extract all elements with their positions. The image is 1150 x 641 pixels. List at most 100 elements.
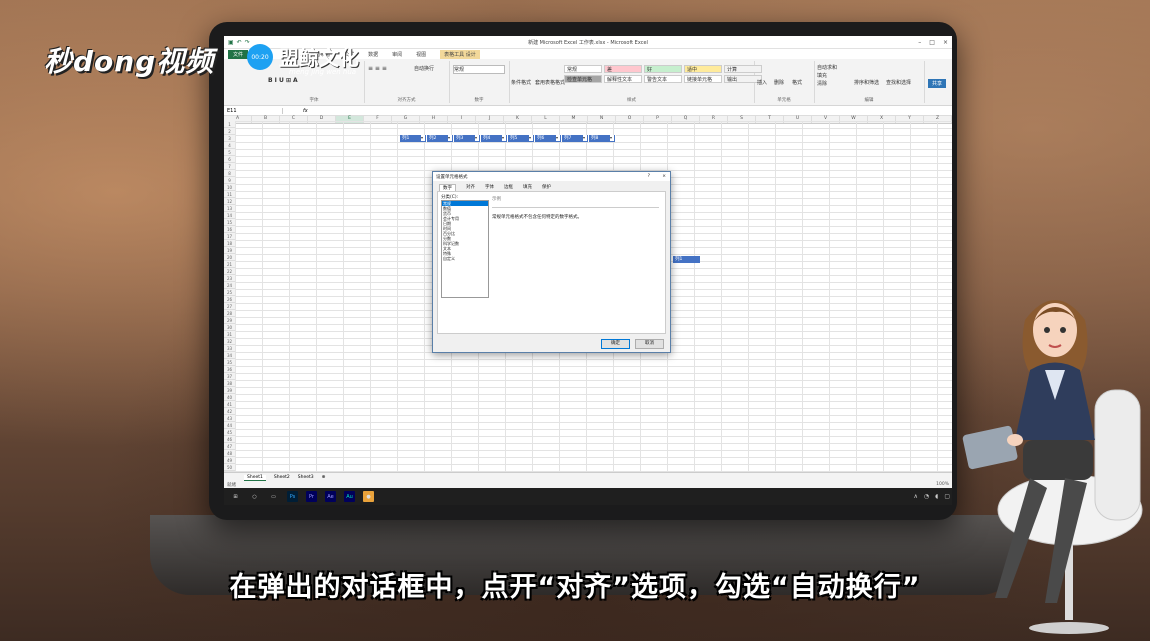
clear-button[interactable]: 清除 — [817, 80, 827, 87]
row-header[interactable]: 20 — [224, 254, 235, 261]
format-cells-button[interactable]: 格式 — [792, 79, 802, 86]
name-box[interactable]: E11 — [224, 107, 283, 114]
row-header[interactable]: 36 — [224, 366, 235, 373]
insert-cells-button[interactable]: 插入 — [757, 79, 767, 86]
sort-filter-button[interactable]: 排序和筛选 — [854, 79, 879, 86]
row-header[interactable]: 23 — [224, 275, 235, 282]
fill-button[interactable]: 填充 — [817, 72, 827, 79]
table-header-cell[interactable]: 列2 — [427, 135, 454, 142]
row-header[interactable]: 24 — [224, 282, 235, 289]
add-sheet-icon[interactable]: ⊕ — [322, 475, 326, 480]
ok-button[interactable]: 确定 — [601, 339, 630, 349]
row-header[interactable]: 5 — [224, 149, 235, 156]
after-effects-icon[interactable]: Ae — [325, 491, 336, 502]
number-format-select[interactable]: 常规 — [453, 65, 505, 74]
row-header[interactable]: 27 — [224, 303, 235, 310]
row-header[interactable]: 18 — [224, 240, 235, 247]
network-icon[interactable]: ◔ — [924, 493, 929, 500]
row-header[interactable]: 25 — [224, 289, 235, 296]
row-header[interactable]: 40 — [224, 394, 235, 401]
help-icon[interactable]: ? — [648, 174, 650, 179]
audition-icon[interactable]: Au — [344, 491, 355, 502]
row-header[interactable]: 16 — [224, 226, 235, 233]
row-header[interactable]: 35 — [224, 359, 235, 366]
row-header[interactable]: 38 — [224, 380, 235, 387]
maximize-icon[interactable]: □ — [929, 39, 935, 46]
tab-file[interactable]: 文件 — [228, 49, 249, 59]
row-header[interactable]: 21 — [224, 261, 235, 268]
wrap-text-button[interactable]: 自动换行 — [414, 65, 434, 72]
table-header-cell[interactable]: 列5 — [508, 135, 535, 142]
row-header[interactable]: 48 — [224, 450, 235, 457]
row-header[interactable]: 42 — [224, 408, 235, 415]
cell-style-item[interactable]: 好 — [644, 65, 682, 73]
row-header[interactable]: 17 — [224, 233, 235, 240]
row-header[interactable]: 50 — [224, 464, 235, 471]
premiere-icon[interactable]: Pr — [306, 491, 317, 502]
cell-style-item[interactable]: 常规 — [564, 65, 602, 73]
sheet-tab-2[interactable]: Sheet2 — [274, 475, 290, 480]
row-header[interactable]: 44 — [224, 422, 235, 429]
table-format-button[interactable]: 套用表格格式 — [535, 79, 565, 86]
row-header[interactable]: 34 — [224, 352, 235, 359]
tab-review[interactable]: 审阅 — [392, 51, 402, 58]
cell-style-item[interactable]: 适中 — [684, 65, 722, 73]
row-header[interactable]: 14 — [224, 212, 235, 219]
cancel-button[interactable]: 取消 — [635, 339, 664, 349]
row-header[interactable]: 8 — [224, 170, 235, 177]
row-header[interactable]: 31 — [224, 331, 235, 338]
row-header[interactable]: 7 — [224, 163, 235, 170]
sheet-tab-3[interactable]: Sheet3 — [298, 475, 314, 480]
row-header[interactable]: 1 — [224, 121, 235, 128]
row-header[interactable]: 30 — [224, 324, 235, 331]
volume-icon[interactable]: ◖ — [935, 493, 938, 500]
row-header[interactable]: 29 — [224, 317, 235, 324]
minimize-icon[interactable]: – — [918, 39, 921, 46]
cell-style-item[interactable]: 警告文本 — [644, 75, 682, 83]
row-header[interactable]: 4 — [224, 142, 235, 149]
row-header[interactable]: 11 — [224, 191, 235, 198]
row-header[interactable]: 13 — [224, 205, 235, 212]
app-icon[interactable]: ● — [363, 491, 374, 502]
table-header-cell[interactable]: 列7 — [562, 135, 589, 142]
cell-style-item[interactable]: 链接单元格 — [684, 75, 722, 83]
tab-design[interactable]: 表格工具 设计 — [440, 49, 480, 59]
row-header[interactable]: 22 — [224, 268, 235, 275]
conditional-format-button[interactable]: 条件格式 — [511, 79, 531, 86]
row-header[interactable]: 45 — [224, 429, 235, 436]
row-header[interactable]: 41 — [224, 401, 235, 408]
table-header-cell[interactable]: 列3 — [454, 135, 481, 142]
row-header[interactable]: 43 — [224, 415, 235, 422]
row-header[interactable]: 49 — [224, 457, 235, 464]
close-icon[interactable]: × — [943, 39, 948, 46]
share-button[interactable]: 共享 — [927, 79, 946, 88]
cell-style-item[interactable]: 差 — [604, 65, 642, 73]
row-header[interactable]: 26 — [224, 296, 235, 303]
row-header[interactable]: 15 — [224, 219, 235, 226]
task-view-icon[interactable]: ▭ — [268, 491, 279, 502]
dialog-close-icon[interactable]: × — [662, 174, 666, 179]
row-header[interactable]: 10 — [224, 184, 235, 191]
cell-style-item[interactable]: 检查单元格 — [564, 75, 602, 83]
row-header[interactable]: 9 — [224, 177, 235, 184]
row-header[interactable]: 12 — [224, 198, 235, 205]
table-header-single[interactable]: 列1 — [673, 256, 700, 263]
row-header[interactable]: 3 — [224, 135, 235, 142]
autosum-button[interactable]: 自动求和 — [817, 64, 837, 71]
row-header[interactable]: 2 — [224, 128, 235, 135]
row-header[interactable]: 28 — [224, 310, 235, 317]
windows-start-icon[interactable]: ⊞ — [230, 491, 241, 502]
row-header[interactable]: 47 — [224, 443, 235, 450]
fx-icon[interactable]: fx — [283, 108, 308, 114]
row-header[interactable]: 19 — [224, 247, 235, 254]
cell-style-item[interactable]: 解释性文本 — [604, 75, 642, 83]
row-header[interactable]: 33 — [224, 345, 235, 352]
table-header-cell[interactable]: 列4 — [481, 135, 508, 142]
tab-view[interactable]: 视图 — [416, 51, 426, 58]
table-header-cell[interactable]: 列6 — [535, 135, 562, 142]
category-item[interactable]: 自定义 — [442, 256, 488, 261]
tray-up-icon[interactable]: ∧ — [914, 493, 918, 500]
search-icon[interactable]: ○ — [249, 491, 260, 502]
sheet-tab-1[interactable]: Sheet1 — [244, 474, 266, 481]
row-header[interactable]: 46 — [224, 436, 235, 443]
